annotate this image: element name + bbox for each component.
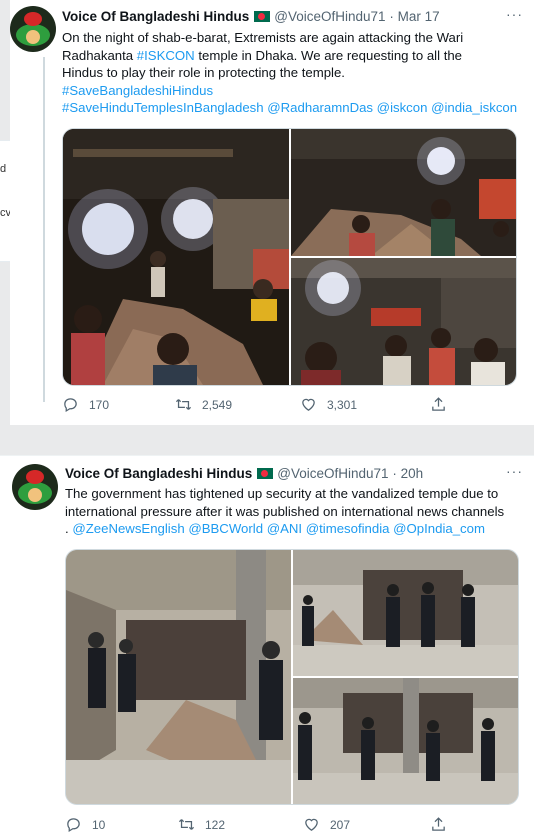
tweet-text-segment: Radhakanta — [62, 47, 137, 63]
tweet-text-line: Radhakanta #ISKCON temple in Dhaka. We a… — [62, 47, 517, 65]
thread-connector-line — [43, 57, 45, 402]
share-icon — [432, 397, 445, 411]
reply-icon — [67, 818, 80, 833]
retweet-icon — [178, 819, 195, 830]
like-button[interactable]: 3,301 — [300, 396, 357, 413]
author-handle[interactable]: @VoiceOfHindu71 — [274, 9, 385, 24]
tweet[interactable]: Voice Of Bangladeshi Hindus @VoiceOfHindu… — [0, 455, 534, 837]
reply-icon — [64, 398, 77, 413]
photo-security-3[interactable] — [293, 678, 518, 804]
tweet-text-segment: Hindus to play their role in protecting … — [62, 65, 345, 80]
retweet-button[interactable]: 122 — [178, 816, 225, 833]
tweet-text-line: #SaveHinduTemplesInBangladesh @Radharamn… — [62, 99, 517, 117]
share-button[interactable] — [430, 816, 447, 833]
like-count: 3,301 — [327, 397, 358, 412]
tweet-text-segment: On the night of shab-e-barat, Extremists… — [62, 30, 464, 45]
like-count: 207 — [330, 817, 351, 832]
background-panel-edge: d cv — [0, 140, 11, 262]
tweet-header: Voice Of Bangladeshi Hindus @VoiceOfHindu… — [62, 9, 440, 24]
more-options-icon[interactable]: ··· — [506, 6, 523, 22]
share-button[interactable] — [430, 396, 447, 413]
photo-security-1[interactable] — [66, 550, 291, 804]
photo-temple-attack-2[interactable] — [291, 129, 516, 256]
retweet-count: 2,549 — [202, 397, 233, 412]
author-name[interactable]: Voice Of Bangladeshi Hindus — [62, 9, 249, 24]
tweet-text-line: international pressure after it was publ… — [65, 503, 504, 521]
bangladesh-flag-icon — [257, 468, 274, 479]
hashtag-mention-link[interactable]: #SaveHinduTemplesInBangladesh @Radharamn… — [62, 100, 517, 115]
share-icon — [432, 817, 445, 831]
tweet-header: Voice Of Bangladeshi Hindus @VoiceOfHindu… — [65, 466, 423, 481]
retweet-button[interactable]: 2,549 — [175, 396, 232, 413]
tweet-timestamp[interactable]: Mar 17 — [398, 9, 440, 24]
reply-count: 10 — [92, 817, 106, 832]
tweet-text-line: . @ZeeNewsEnglish @BBCWorld @ANI @timeso… — [65, 520, 504, 538]
tweet-text-segment: temple in Dhaka. We are requesting to al… — [194, 47, 463, 63]
separator-dot: · — [392, 466, 397, 481]
tweet[interactable]: Voice Of Bangladeshi Hindus @VoiceOfHindu… — [10, 0, 534, 425]
retweet-icon — [175, 399, 192, 410]
photo-security-2[interactable] — [293, 550, 518, 676]
tweet-text-line: Hindus to play their role in protecting … — [62, 64, 517, 82]
tweet-text: The government has tightened up security… — [65, 485, 504, 538]
author-handle[interactable]: @VoiceOfHindu71 — [277, 466, 388, 481]
tweet-text-line: The government has tightened up security… — [65, 485, 504, 503]
hashtag-mention-link[interactable]: #ISKCON — [137, 48, 195, 63]
hashtag-mention-link[interactable]: #SaveBangladeshiHindus — [62, 83, 213, 98]
clipped-text: d — [0, 163, 7, 175]
reply-button[interactable]: 170 — [62, 396, 109, 413]
tweet-text: On the night of shab-e-barat, Extremists… — [62, 29, 517, 117]
tweet-timestamp[interactable]: 20h — [401, 466, 424, 481]
like-button[interactable]: 207 — [303, 816, 350, 833]
heart-icon — [305, 818, 318, 831]
hashtag-mention-link[interactable]: @ZeeNewsEnglish @BBCWorld @ANI @timesofi… — [72, 521, 485, 536]
avatar[interactable] — [12, 464, 58, 510]
separator-dot: · — [389, 9, 394, 24]
photo-temple-attack-3[interactable] — [291, 258, 516, 385]
media-grid[interactable] — [65, 549, 519, 805]
photo-temple-attack-1[interactable] — [63, 129, 289, 385]
tweet-text-line: #SaveBangladeshiHindus — [62, 82, 517, 100]
reply-count: 170 — [89, 397, 110, 412]
tweet-text-line: On the night of shab-e-barat, Extremists… — [62, 29, 517, 47]
reply-button[interactable]: 10 — [65, 816, 105, 833]
heart-icon — [302, 398, 315, 411]
avatar[interactable] — [10, 6, 56, 52]
retweet-count: 122 — [205, 817, 226, 832]
more-options-icon[interactable]: ··· — [506, 463, 523, 479]
tweet-text-segment: The government has tightened up security… — [65, 486, 499, 501]
media-grid[interactable] — [62, 128, 517, 386]
author-name[interactable]: Voice Of Bangladeshi Hindus — [65, 466, 252, 481]
bangladesh-flag-icon — [254, 11, 271, 22]
tweet-text-segment: international pressure after it was publ… — [65, 503, 505, 519]
